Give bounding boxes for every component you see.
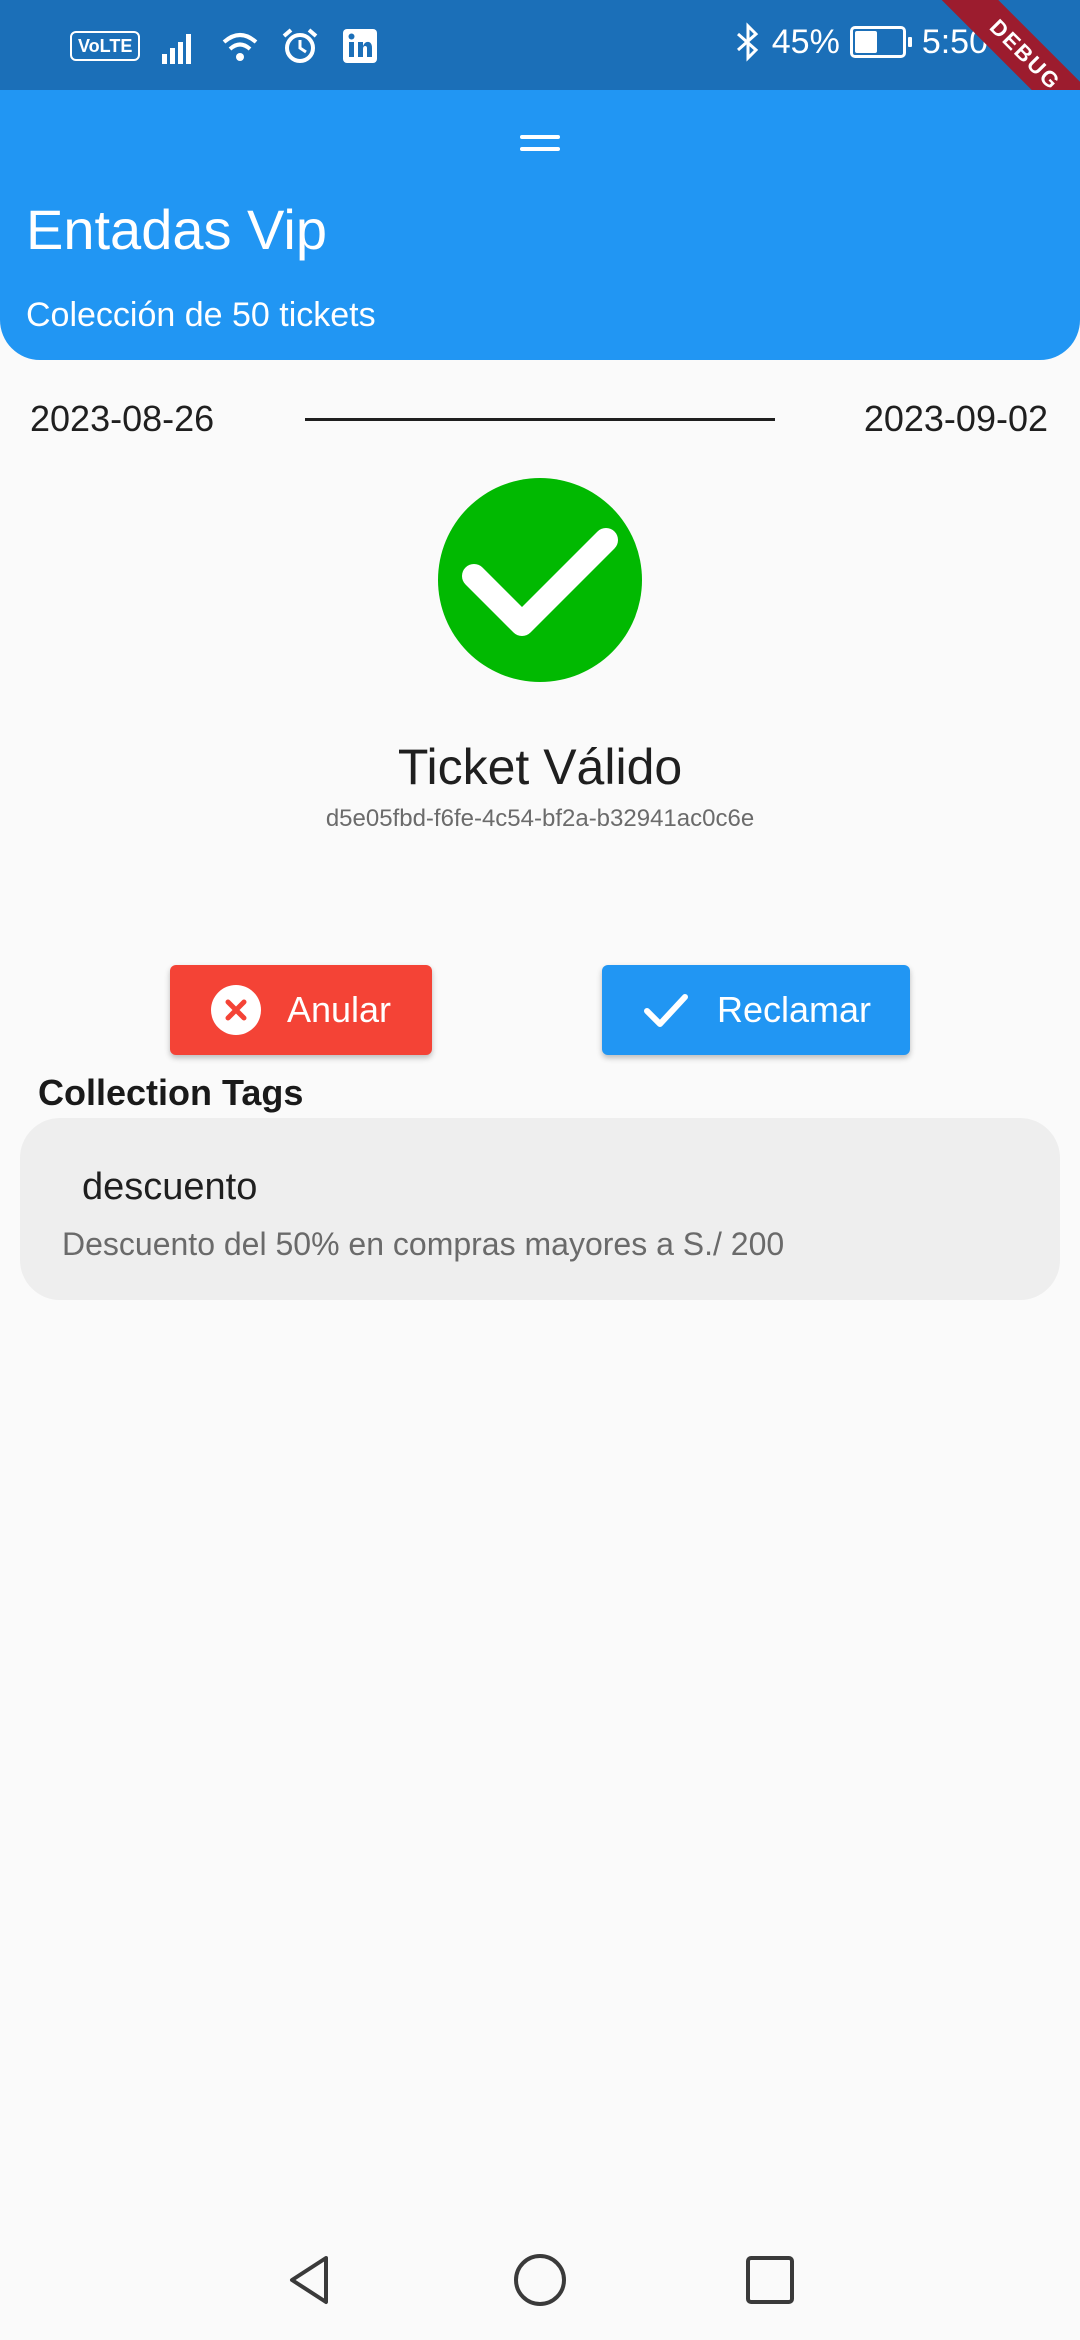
- cancel-button-label: Anular: [286, 989, 392, 1030]
- status-right-icons: 45% 5:50: [734, 22, 988, 62]
- volte-icon: VoLTE: [70, 31, 141, 61]
- claim-button[interactable]: Reclamar: [602, 965, 910, 1055]
- cancel-icon: [210, 985, 261, 1035]
- date-divider: [305, 418, 775, 421]
- date-range: 2023-08-26 2023-09-02: [0, 398, 1080, 448]
- ticket-status: Ticket Válido: [397, 739, 683, 795]
- ticket-id: d5e05fbd-f6fe-4c54-bf2a-b32941ac0c6e: [325, 805, 755, 832]
- page-title: Entadas Vip: [26, 198, 327, 261]
- check-circle-icon: [438, 478, 642, 682]
- signal-icon: [162, 34, 192, 64]
- tag-description: Descuento del 50% en compras mayores a S…: [62, 1226, 785, 1262]
- start-date: 2023-08-26: [30, 398, 215, 439]
- page-subtitle: Colección de 50 tickets: [26, 296, 376, 334]
- battery-percent: 45%: [771, 22, 840, 61]
- end-date: 2023-09-02: [863, 398, 1048, 439]
- check-icon: [643, 994, 688, 1027]
- bluetooth-icon: [736, 22, 758, 62]
- home-icon[interactable]: [510, 2250, 570, 2310]
- app-header: Entadas Vip Colección de 50 tickets: [0, 90, 1080, 360]
- back-icon[interactable]: [280, 2250, 340, 2310]
- wifi-icon: [223, 33, 258, 61]
- status-bar: VoLTE 45% 5:50 DEBUG: [0, 0, 1080, 140]
- system-nav-bar: [0, 2210, 1080, 2340]
- menu-icon[interactable]: [520, 135, 560, 155]
- tag-card: descuento Descuento del 50% en compras m…: [20, 1118, 1060, 1300]
- section-title: Collection Tags: [38, 1072, 304, 1113]
- tag-name: descuento: [82, 1166, 258, 1208]
- recents-icon[interactable]: [740, 2250, 800, 2310]
- alarm-icon: [283, 28, 318, 63]
- linkedin-icon: [343, 29, 378, 63]
- battery-charging-icon: [849, 26, 912, 58]
- cancel-button[interactable]: Anular: [170, 965, 432, 1055]
- status-left-icons: VoLTE: [70, 26, 380, 66]
- claim-button-label: Reclamar: [716, 989, 872, 1030]
